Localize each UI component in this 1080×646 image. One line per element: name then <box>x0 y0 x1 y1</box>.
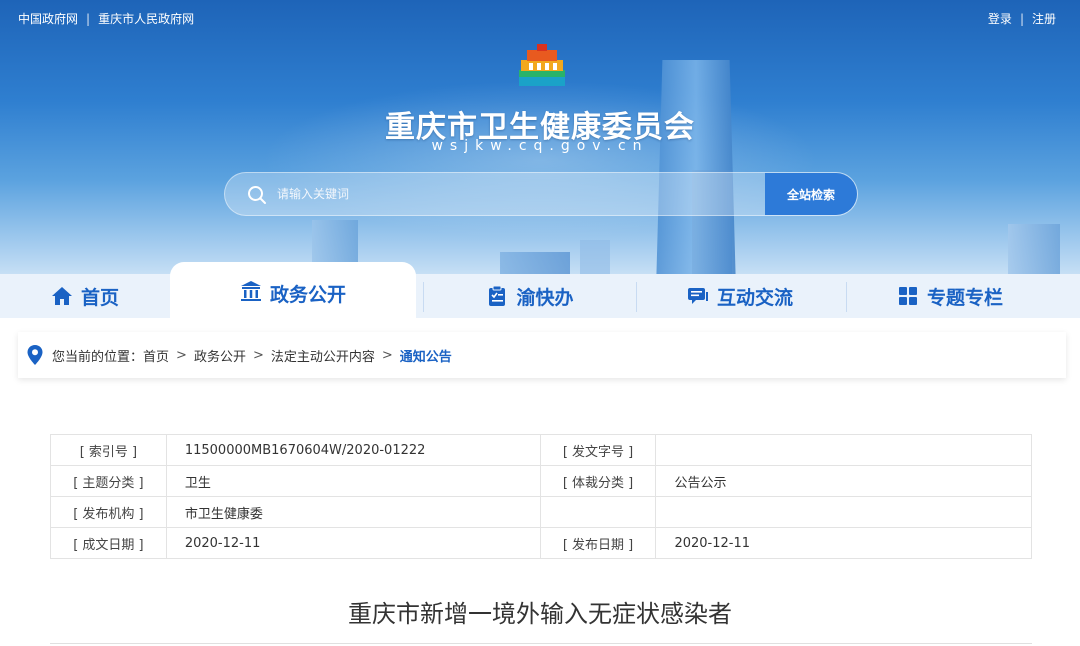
meta-value-genre: 公告公示 <box>655 465 1032 497</box>
header-banner: 中国政府网 | 重庆市人民政府网 登录 | 注册 重庆市卫生健康委员会 wsjkw.cq… <box>0 0 1080 290</box>
tab-government-affairs[interactable]: 政务公开 <box>170 262 416 318</box>
tab-divider <box>636 282 637 312</box>
link-gov-cn[interactable]: 中国政府网 <box>18 10 78 27</box>
top-link-separator: | <box>86 12 91 26</box>
main-nav: 首页 政务公开 渝快办 互动交流 专题专栏 <box>0 262 1080 318</box>
tab-special-topics[interactable]: 专题专栏 <box>850 274 1050 318</box>
search-bar: 全站检索 <box>224 172 858 216</box>
top-link-separator: | <box>1019 12 1024 26</box>
table-row: [ 索引号 ] 11500000MB1670604W/2020-01222 [ … <box>50 434 1032 466</box>
tab-special-topics-label: 专题专栏 <box>926 286 1003 309</box>
article-divider <box>50 643 1032 644</box>
meta-value-empty <box>655 496 1032 528</box>
search-input[interactable] <box>277 173 757 215</box>
site-domain: wsjkw.cq.gov.cn <box>431 138 649 154</box>
tab-government-affairs-label: 政务公开 <box>269 284 346 306</box>
breadcrumb-separator: > <box>252 347 264 363</box>
breadcrumb-home[interactable]: 首页 <box>143 346 169 365</box>
tab-interaction[interactable]: 互动交流 <box>640 274 840 318</box>
tab-yukuaiban[interactable]: 渝快办 <box>430 274 630 318</box>
breadcrumb-statutory-disclosure[interactable]: 法定主动公开内容 <box>271 346 375 365</box>
meta-label-written-date: [ 成文日期 ] <box>50 527 167 559</box>
breadcrumb-separator: > <box>381 347 393 363</box>
link-cq-gov[interactable]: 重庆市人民政府网 <box>98 10 194 27</box>
meta-label-genre: [ 体裁分类 ] <box>539 465 657 497</box>
meta-label-topic: [ 主题分类 ] <box>50 465 167 497</box>
meta-value-publisher: 市卫生健康委 <box>165 496 541 528</box>
table-row: [ 成文日期 ] 2020-12-11 [ 发布日期 ] 2020-12-11 <box>50 527 1032 559</box>
tab-yukuaiban-label: 渝快办 <box>516 286 574 309</box>
chat-icon <box>687 288 708 304</box>
top-links-left: 中国政府网 | 重庆市人民政府网 <box>18 10 194 27</box>
table-row: [ 发布机构 ] 市卫生健康委 <box>50 496 1032 528</box>
location-pin-icon <box>27 345 43 365</box>
site-search-button[interactable]: 全站检索 <box>765 173 857 215</box>
tab-home-label: 首页 <box>80 286 119 309</box>
search-icon <box>248 186 266 204</box>
breadcrumb-government-affairs[interactable]: 政务公开 <box>194 346 246 365</box>
government-building-icon <box>240 281 261 301</box>
meta-value-written-date: 2020-12-11 <box>165 527 541 559</box>
meta-label-document-number: [ 发文字号 ] <box>539 434 657 466</box>
breadcrumb: 您当前的位置： 首页 > 政务公开 > 法定主动公开内容 > 通知公告 <box>18 332 1066 378</box>
breadcrumb-current[interactable]: 通知公告 <box>400 346 452 365</box>
tab-divider <box>846 282 847 312</box>
login-link[interactable]: 登录 <box>988 12 1012 26</box>
document-meta-table: [ 索引号 ] 11500000MB1670604W/2020-01222 [ … <box>50 434 1032 559</box>
meta-value-topic: 卫生 <box>165 465 541 497</box>
grid-icon <box>898 287 917 305</box>
tab-divider <box>423 282 424 312</box>
tab-interaction-label: 互动交流 <box>716 286 793 309</box>
meta-label-publisher: [ 发布机构 ] <box>50 496 167 528</box>
tab-home[interactable]: 首页 <box>0 274 170 318</box>
register-link[interactable]: 注册 <box>1032 12 1056 26</box>
page: 中国政府网 | 重庆市人民政府网 登录 | 注册 重庆市卫生健康委员会 wsjkw.cq… <box>0 0 1080 646</box>
meta-value-index-number: 11500000MB1670604W/2020-01222 <box>165 434 541 466</box>
meta-value-document-number <box>655 434 1032 466</box>
meta-label-publish-date: [ 发布日期 ] <box>539 527 657 559</box>
table-row: [ 主题分类 ] 卫生 [ 体裁分类 ] 公告公示 <box>50 465 1032 497</box>
site-logo-icon[interactable] <box>515 42 569 90</box>
article-title: 重庆市新增一境外输入无症状感染者 <box>348 600 732 628</box>
meta-label-index-number: [ 索引号 ] <box>50 434 167 466</box>
top-links-right: 登录 | 注册 <box>988 10 1056 27</box>
meta-label-empty <box>539 496 657 528</box>
meta-value-publish-date: 2020-12-11 <box>655 527 1032 559</box>
breadcrumb-prefix: 您当前的位置： <box>52 349 144 365</box>
breadcrumb-separator: > <box>176 347 187 363</box>
home-icon <box>51 287 72 305</box>
clipboard-icon <box>489 285 506 306</box>
